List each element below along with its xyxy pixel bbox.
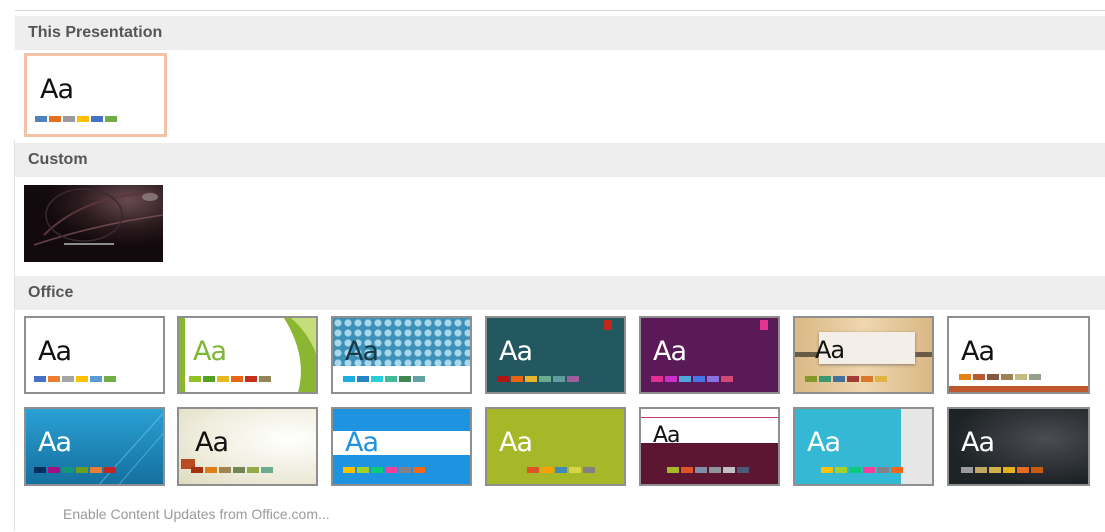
theme-preview-text: Aa: [345, 336, 379, 367]
theme-preview-text: Aa: [38, 427, 72, 458]
theme-thumb-wisp[interactable]: Aa: [177, 407, 318, 486]
theme-color-swatches: [189, 376, 271, 382]
theme-color-swatches: [959, 374, 1041, 380]
theme-color-swatches: [667, 467, 749, 473]
panel-left-border: [14, 140, 15, 531]
theme-preview-text: Aa: [815, 336, 845, 364]
theme-preview-text: Aa: [193, 336, 227, 367]
theme-color-swatches: [805, 376, 887, 382]
theme-color-swatches: [35, 116, 117, 122]
theme-preview-text: Aa: [961, 336, 995, 367]
section-header-custom: Custom: [15, 143, 1105, 177]
theme-preview-text: Aa: [40, 74, 74, 105]
theme-preview-text: Aa: [653, 423, 681, 448]
retrospect-bottom-band: [949, 386, 1088, 392]
theme-preview-text: Aa: [653, 336, 687, 367]
berlin-band: [641, 443, 778, 484]
theme-preview-text: Aa: [195, 427, 229, 458]
section-header-this-presentation: This Presentation: [15, 16, 1105, 50]
ion-boardroom-accent: [604, 320, 612, 330]
theme-thumb-damask[interactable]: Aa: [947, 407, 1090, 486]
theme-color-swatches: [651, 376, 733, 382]
theme-thumb-current[interactable]: Aa: [24, 53, 167, 137]
theme-thumb-facet[interactable]: Aa: [177, 316, 318, 394]
theme-color-swatches: [513, 467, 595, 473]
theme-color-swatches: [961, 467, 1043, 473]
theme-thumb-ion[interactable]: Aa: [639, 316, 780, 394]
theme-thumb-retrospect[interactable]: Aa: [947, 316, 1090, 394]
theme-thumb-ion-boardroom[interactable]: Aa: [485, 316, 626, 394]
theme-thumb-organic[interactable]: Aa: [793, 316, 934, 394]
berlin-line: [641, 417, 778, 418]
theme-preview-text: Aa: [38, 336, 72, 367]
theme-thumb-berlin[interactable]: Aa: [639, 407, 780, 486]
theme-color-swatches: [497, 376, 579, 382]
theme-thumb-custom[interactable]: [24, 185, 163, 262]
theme-thumb-integral[interactable]: Aa: [331, 316, 472, 394]
enable-content-updates-link[interactable]: Enable Content Updates from Office.com..…: [63, 506, 330, 522]
theme-preview-text: Aa: [961, 427, 995, 458]
theme-thumb-basis[interactable]: Aa: [485, 407, 626, 486]
theme-preview-text: Aa: [499, 427, 533, 458]
theme-preview-text: Aa: [499, 336, 533, 367]
theme-preview-text: Aa: [807, 427, 841, 458]
theme-color-swatches: [191, 467, 273, 473]
custom-theme-artwork: [24, 185, 163, 262]
theme-color-swatches: [34, 376, 116, 382]
theme-color-swatches: [343, 467, 425, 473]
theme-thumb-circuit[interactable]: Aa: [793, 407, 934, 486]
theme-thumb-banded[interactable]: Aa: [331, 407, 472, 486]
theme-thumb-slice[interactable]: Aa: [24, 407, 165, 486]
section-header-office: Office: [15, 276, 1105, 310]
ion-accent: [760, 320, 768, 330]
theme-color-swatches: [343, 376, 425, 382]
theme-color-swatches: [821, 467, 903, 473]
theme-thumb-office[interactable]: Aa: [24, 316, 165, 394]
theme-preview-text: Aa: [345, 427, 379, 458]
theme-color-swatches: [34, 467, 116, 473]
